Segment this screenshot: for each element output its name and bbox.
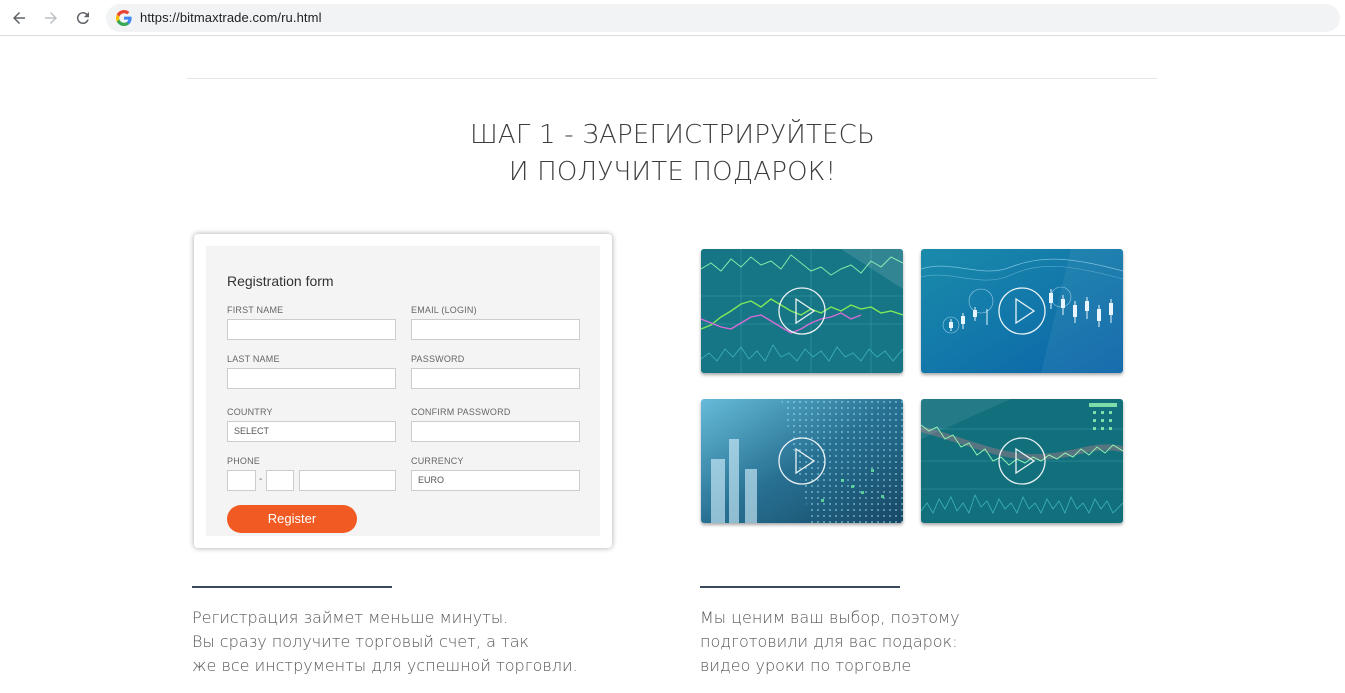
email-label: EMAIL (LOGIN) [411, 305, 477, 315]
phone-separator: - [259, 474, 263, 485]
phone-label: PHONE [227, 456, 261, 466]
right-text-divider [700, 586, 900, 588]
confirm-password-field[interactable] [411, 421, 580, 442]
last-name-label: LAST NAME [227, 354, 280, 364]
currency-label: CURRENCY [411, 456, 464, 466]
password-field[interactable] [411, 368, 580, 389]
country-label: COUNTRY [227, 407, 273, 417]
google-g-icon [116, 10, 132, 26]
gift-info-line: Мы ценим ваш выбор, поэтому [700, 608, 960, 627]
registration-info-line: Регистрация займет меньше минуты. [192, 608, 509, 627]
url-text: https://bitmaxtrade.com/ru.html [140, 10, 322, 25]
play-icon [998, 287, 1046, 335]
forward-arrow-icon[interactable] [40, 7, 62, 29]
page-title: ШАГ 1 - ЗАРЕГИСТРИРУЙТЕСЬ И ПОЛУЧИТЕ ПОД… [0, 117, 1345, 191]
gift-info-text: Мы ценим ваш выбор, поэтому подготовили … [700, 606, 960, 678]
play-icon [778, 437, 826, 485]
phone-area-code-field[interactable] [266, 470, 294, 491]
browser-toolbar: https://bitmaxtrade.com/ru.html [0, 0, 1345, 36]
password-label: PASSWORD [411, 354, 465, 364]
registration-form: Registration form FIRST NAME EMAIL (LOGI… [206, 246, 600, 536]
video-thumbnail-2[interactable] [921, 249, 1123, 373]
registration-card: Registration form FIRST NAME EMAIL (LOGI… [194, 234, 612, 548]
play-icon [778, 287, 826, 335]
phone-country-code-field[interactable] [227, 470, 256, 491]
gift-info-line: видео уроки по торговле [700, 656, 912, 675]
video-thumbnail-3[interactable] [701, 399, 903, 523]
page-title-line-1: ШАГ 1 - ЗАРЕГИСТРИРУЙТЕСЬ [469, 120, 876, 150]
last-name-field[interactable] [227, 368, 396, 389]
left-text-divider [192, 586, 392, 588]
address-bar[interactable]: https://bitmaxtrade.com/ru.html [106, 4, 1340, 32]
top-divider [187, 78, 1157, 79]
registration-info-line: Вы сразу получите торговый счет, а так [192, 632, 530, 651]
reload-icon[interactable] [72, 7, 94, 29]
first-name-label: FIRST NAME [227, 305, 284, 315]
register-button[interactable]: Register [227, 505, 357, 533]
registration-info-text: Регистрация займет меньше минуты. Вы сра… [192, 606, 578, 678]
currency-select[interactable]: EURO [411, 470, 580, 491]
page-title-line-2: И ПОЛУЧИТЕ ПОДАРОК! [508, 157, 837, 187]
back-arrow-icon[interactable] [8, 7, 30, 29]
gift-info-line: подготовили для вас подарок: [700, 632, 958, 651]
email-field[interactable] [411, 319, 580, 340]
video-thumbnail-1[interactable] [701, 249, 903, 373]
phone-number-field[interactable] [299, 470, 396, 491]
confirm-password-label: CONFIRM PASSWORD [411, 407, 511, 417]
first-name-field[interactable] [227, 319, 396, 340]
registration-info-line: же все инструменты для успешной торговли… [192, 656, 578, 675]
country-select[interactable]: SELECT [227, 421, 396, 442]
form-title: Registration form [227, 273, 334, 289]
play-icon [998, 437, 1046, 485]
video-thumbnail-4[interactable] [921, 399, 1123, 523]
